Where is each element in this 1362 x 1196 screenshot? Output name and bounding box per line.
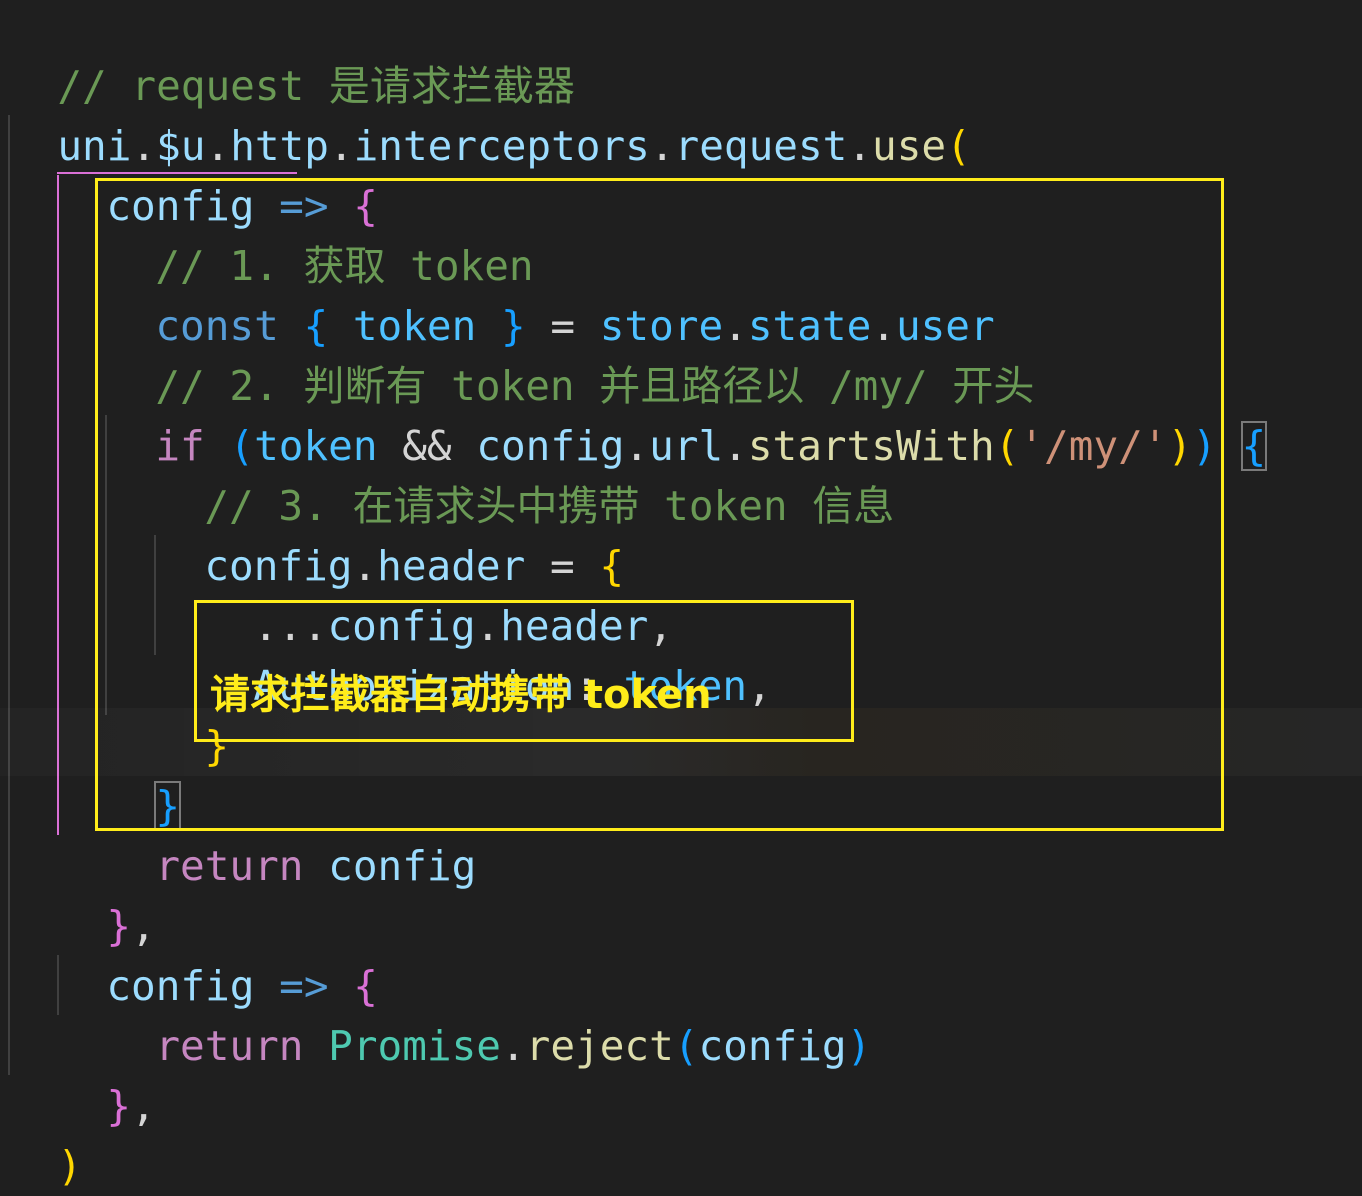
callout-label: 请求拦截器自动携带 token [210, 672, 712, 718]
keyword: return [155, 842, 304, 890]
bracket-match: { [1240, 421, 1268, 471]
code-line-2[interactable]: uni.$u.http.interceptors.request.use( [8, 56, 970, 170]
code-line-16[interactable]: config => { [57, 896, 378, 1010]
class-name: Promise [328, 1022, 501, 1070]
bracket: ) [846, 1022, 872, 1070]
identifier: config [328, 842, 477, 890]
bracket: } [106, 1082, 132, 1130]
code-line-17[interactable]: return Promise.reject(config) [106, 956, 871, 1070]
bracket: ( [673, 1022, 699, 1070]
code-line-18[interactable]: }, [57, 1016, 155, 1130]
punct: . [847, 122, 873, 170]
code-line-3[interactable]: config => { [57, 116, 378, 230]
function-name: use [872, 122, 947, 170]
bracket: ( [946, 122, 971, 170]
punct: . [500, 1022, 526, 1070]
punct: . [649, 122, 675, 170]
code-line-19[interactable]: ) [8, 1076, 82, 1190]
indent-guide [8, 115, 10, 1075]
identifier: interceptors [353, 122, 650, 170]
bracket: ) [57, 1142, 83, 1190]
code-line-1[interactable]: // request 是请求拦截器 [8, 0, 575, 110]
punct: , [131, 1082, 156, 1130]
code-line-15[interactable]: }, [57, 836, 155, 950]
function-name: reject [525, 1022, 674, 1070]
identifier: request [674, 122, 848, 170]
keyword: return [155, 1022, 304, 1070]
identifier: config [698, 1022, 847, 1070]
